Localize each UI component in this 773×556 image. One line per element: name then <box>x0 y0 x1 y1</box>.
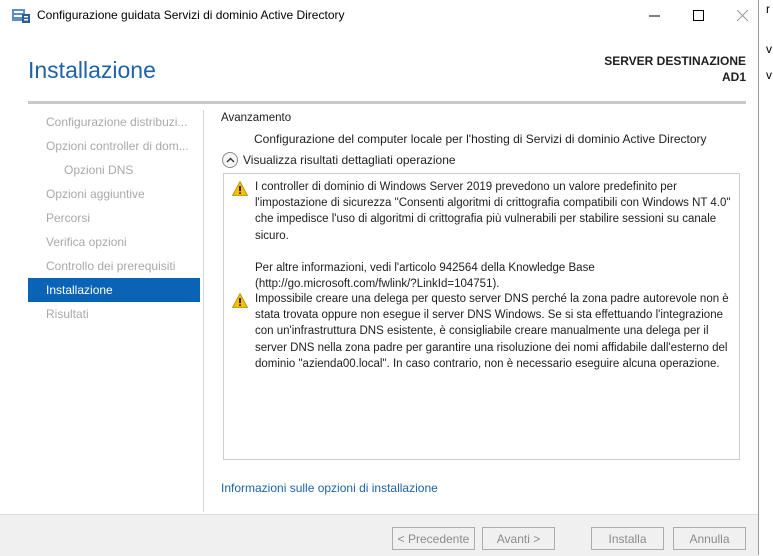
install-button[interactable]: Installa <box>591 527 664 550</box>
nav-item-installazione[interactable]: Installazione <box>28 278 200 302</box>
nav-item-verifica-opzioni[interactable]: Verifica opzioni <box>28 230 200 254</box>
warning-icon <box>232 181 248 196</box>
window-title: Configurazione guidata Servizi di domini… <box>37 8 345 22</box>
background-text-fragment: r <box>766 2 770 16</box>
minimize-icon <box>648 15 660 16</box>
details-toggle-label: Visualizza risultati dettagliati operazi… <box>243 153 456 167</box>
result-message-text: Impossibile creare una delega per questo… <box>255 293 729 370</box>
maximize-icon <box>692 9 704 21</box>
nav-item-opzioni-aggiuntive[interactable]: Opzioni aggiuntive <box>28 182 200 206</box>
nav-item-risultati[interactable]: Risultati <box>28 302 200 326</box>
nav-item-configurazione-distribuzione[interactable]: Configurazione distribuzi... <box>28 110 200 134</box>
nav-item-percorsi[interactable]: Percorsi <box>28 206 200 230</box>
detailed-results-box[interactable]: I controller di dominio di Windows Serve… <box>223 173 740 460</box>
nav-item-opzioni-dns[interactable]: Opzioni DNS <box>28 158 200 182</box>
close-icon <box>736 9 748 21</box>
installation-options-link[interactable]: Informazioni sulle opzioni di installazi… <box>221 481 438 495</box>
title-bar[interactable]: Configurazione guidata Servizi di domini… <box>0 0 758 30</box>
background-text-fragment: v <box>766 68 772 82</box>
background-text-fragment: v <box>766 42 772 56</box>
ad-ds-app-icon <box>12 9 30 23</box>
result-message-extra: Per altre informazioni, vedi l'articolo … <box>255 261 595 291</box>
header-divider <box>28 101 746 104</box>
progress-status: Configurazione del computer locale per l… <box>254 132 707 146</box>
progress-label: Avanzamento <box>221 112 292 124</box>
warning-icon <box>232 293 248 308</box>
destination-server-label: SERVER DESTINAZIONE <box>604 54 746 68</box>
close-button[interactable] <box>720 0 764 30</box>
next-button[interactable]: Avanti > <box>482 527 555 550</box>
chevron-up-icon[interactable] <box>222 152 238 168</box>
details-toggle[interactable]: Visualizza risultati dettagliati operazi… <box>222 152 456 168</box>
result-message-text: I controller di dominio di Windows Serve… <box>255 181 731 242</box>
nav-item-opzioni-controller[interactable]: Opzioni controller di dom... <box>28 134 200 158</box>
minimize-button[interactable] <box>632 0 676 30</box>
maximize-button[interactable] <box>676 0 720 30</box>
nav-divider <box>203 110 204 512</box>
wizard-navigation: Configurazione distribuzi... Opzioni con… <box>28 110 200 326</box>
result-message: I controller di dominio di Windows Serve… <box>232 179 732 292</box>
destination-server-name: AD1 <box>721 70 746 84</box>
page-title: Installazione <box>28 57 156 83</box>
nav-item-controllo-prerequisiti[interactable]: Controllo dei prerequisiti <box>28 254 200 278</box>
previous-button[interactable]: < Precedente <box>392 527 475 550</box>
wizard-window: Configurazione guidata Servizi di domini… <box>0 0 759 556</box>
cancel-button[interactable]: Annulla <box>673 527 746 550</box>
footer-bar: < Precedente Avanti > Installa Annulla <box>0 514 758 556</box>
background-window-edge: r v v <box>759 0 773 555</box>
result-message: Impossibile creare una delega per questo… <box>232 291 732 372</box>
